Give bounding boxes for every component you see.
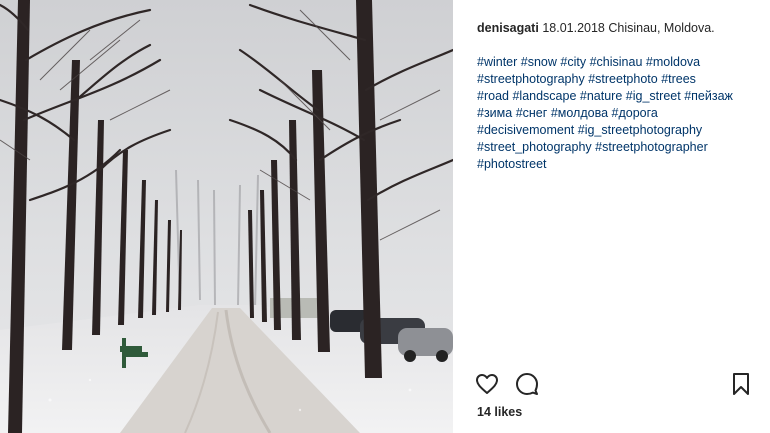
hashtag-link[interactable]: #winter: [477, 55, 517, 69]
hashtag-link[interactable]: #streetphotographer: [595, 140, 708, 154]
like-button[interactable]: [475, 372, 501, 398]
save-button[interactable]: [729, 372, 755, 398]
hashtag-link[interactable]: #nature: [580, 89, 622, 103]
hashtag-line: #winter #snow #city #chisinau #moldova: [477, 54, 763, 71]
hashtag-line: #photostreet: [477, 156, 763, 173]
hashtag-line: #streetphotography #streetphoto #trees: [477, 71, 763, 88]
hashtag-link[interactable]: #ig_street: [626, 89, 681, 103]
post-caption: denisagati 18.01.2018 Chisinau, Moldova.: [477, 20, 757, 36]
hashtag-link[interactable]: #road: [477, 89, 509, 103]
hashtag-link[interactable]: #photostreet: [477, 157, 547, 171]
snowy-avenue-image: [0, 0, 453, 433]
hashtag-link[interactable]: #decisivemoment: [477, 123, 574, 137]
post-sidebar: denisagati 18.01.2018 Chisinau, Moldova.…: [453, 0, 770, 433]
hashtag-link[interactable]: #снег: [516, 106, 548, 120]
hashtag-link[interactable]: #trees: [661, 72, 696, 86]
post-photo[interactable]: [0, 0, 453, 433]
hashtag-link[interactable]: #moldova: [646, 55, 700, 69]
hashtag-line: #зима #снег #молдова #дорога: [477, 105, 763, 122]
likes-count[interactable]: 14 likes: [477, 405, 522, 419]
bookmark-icon: [733, 373, 749, 395]
heart-icon: [476, 374, 498, 394]
hashtag-list: #winter #snow #city #chisinau #moldova #s…: [477, 54, 763, 173]
caption-text: 18.01.2018 Chisinau, Moldova.: [542, 21, 715, 35]
hashtag-link[interactable]: #молдова: [551, 106, 608, 120]
hashtag-link[interactable]: #пейзаж: [684, 89, 733, 103]
hashtag-link[interactable]: #зима: [477, 106, 512, 120]
hashtag-link[interactable]: #city: [560, 55, 586, 69]
comment-bubble-icon: [516, 373, 538, 395]
comment-button[interactable]: [515, 372, 541, 398]
hashtag-link[interactable]: #streetphotography: [477, 72, 585, 86]
hashtag-link[interactable]: #дорога: [612, 106, 658, 120]
hashtag-line: #decisivemoment #ig_streetphotography: [477, 122, 763, 139]
hashtag-line: #road #landscape #nature #ig_street #пей…: [477, 88, 763, 105]
username-link[interactable]: denisagati: [477, 21, 539, 35]
hashtag-link[interactable]: #street_photography: [477, 140, 592, 154]
hashtag-link[interactable]: #snow: [521, 55, 557, 69]
hashtag-link[interactable]: #chisinau: [590, 55, 643, 69]
hashtag-link[interactable]: #ig_streetphotography: [578, 123, 702, 137]
hashtag-link[interactable]: #streetphoto: [588, 72, 658, 86]
action-bar: [475, 372, 755, 398]
hashtag-line: #street_photography #streetphotographer: [477, 139, 763, 156]
hashtag-link[interactable]: #landscape: [512, 89, 576, 103]
